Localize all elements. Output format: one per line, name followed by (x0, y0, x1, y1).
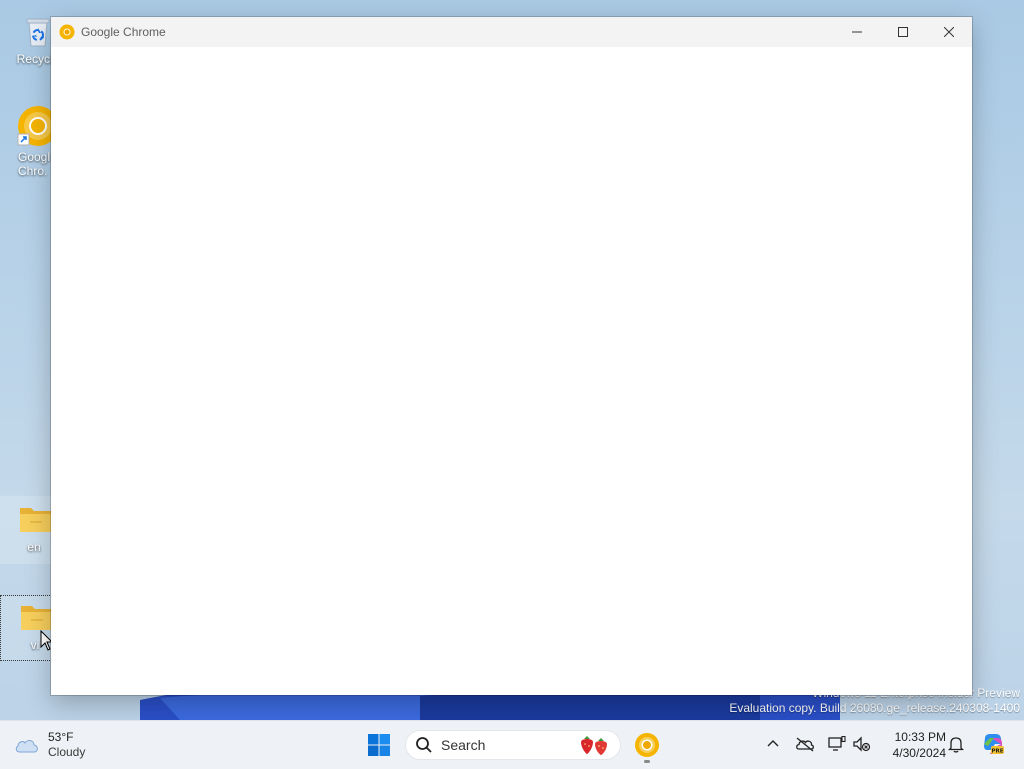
chevron-up-icon (767, 740, 779, 747)
browser-content-area[interactable] (51, 47, 972, 695)
svg-text:PRE: PRE (991, 749, 1003, 755)
window-title: Google Chrome (81, 25, 166, 39)
taskbar-chrome-canary[interactable] (631, 725, 663, 765)
cloud-icon (15, 740, 38, 753)
network-status[interactable] (826, 733, 848, 755)
notifications-button[interactable] (945, 733, 967, 755)
weather-temperature: 53°F (48, 730, 74, 744)
clock[interactable]: 10:33 PM 4/30/2024 (880, 729, 946, 761)
strawberry-icon (581, 736, 607, 755)
desktop[interactable]: Recycle Googl Chro. en vi Wind (0, 0, 1024, 720)
onedrive-status[interactable] (794, 733, 816, 755)
start-button[interactable] (363, 727, 395, 763)
volume-muted-icon (853, 736, 871, 752)
folder-icon (20, 508, 52, 532)
search-label: Search (441, 737, 486, 753)
title-bar[interactable]: Google Chrome (51, 17, 972, 47)
show-hidden-icons-button[interactable] (762, 733, 784, 755)
chrome-canary-icon (59, 24, 75, 40)
weather-condition: Cloudy (48, 745, 86, 759)
chrome-window[interactable]: Google Chrome (51, 17, 972, 695)
taskbar-search-box[interactable]: Search (405, 730, 621, 760)
search-icon (416, 737, 432, 753)
watermark-line-2: Evaluation copy. Build 26080.ge_release.… (729, 701, 1020, 715)
onedrive-off-icon (796, 737, 814, 752)
clock-time: 10:33 PM (894, 730, 946, 744)
copilot-pre-icon: PRE (984, 734, 1004, 755)
maximize-button[interactable] (880, 17, 926, 47)
weather-widget[interactable]: 53°F Cloudy (14, 727, 85, 763)
maximize-icon (898, 27, 908, 37)
minimize-icon (852, 31, 862, 33)
caption-buttons (834, 17, 972, 47)
close-icon (944, 27, 954, 37)
volume-status[interactable] (851, 733, 873, 755)
bell-icon (948, 737, 964, 753)
running-indicator (644, 760, 650, 763)
network-icon (828, 736, 846, 751)
chrome-canary-icon (635, 733, 659, 757)
close-button[interactable] (926, 17, 972, 47)
copilot-button[interactable]: PRE (980, 731, 1006, 757)
clock-date: 4/30/2024 (892, 746, 946, 760)
taskbar: 53°F Cloudy Search 10:33 PM 4/30/2024 PR… (0, 720, 1024, 769)
windows-start-icon (368, 734, 390, 756)
minimize-button[interactable] (834, 17, 880, 47)
